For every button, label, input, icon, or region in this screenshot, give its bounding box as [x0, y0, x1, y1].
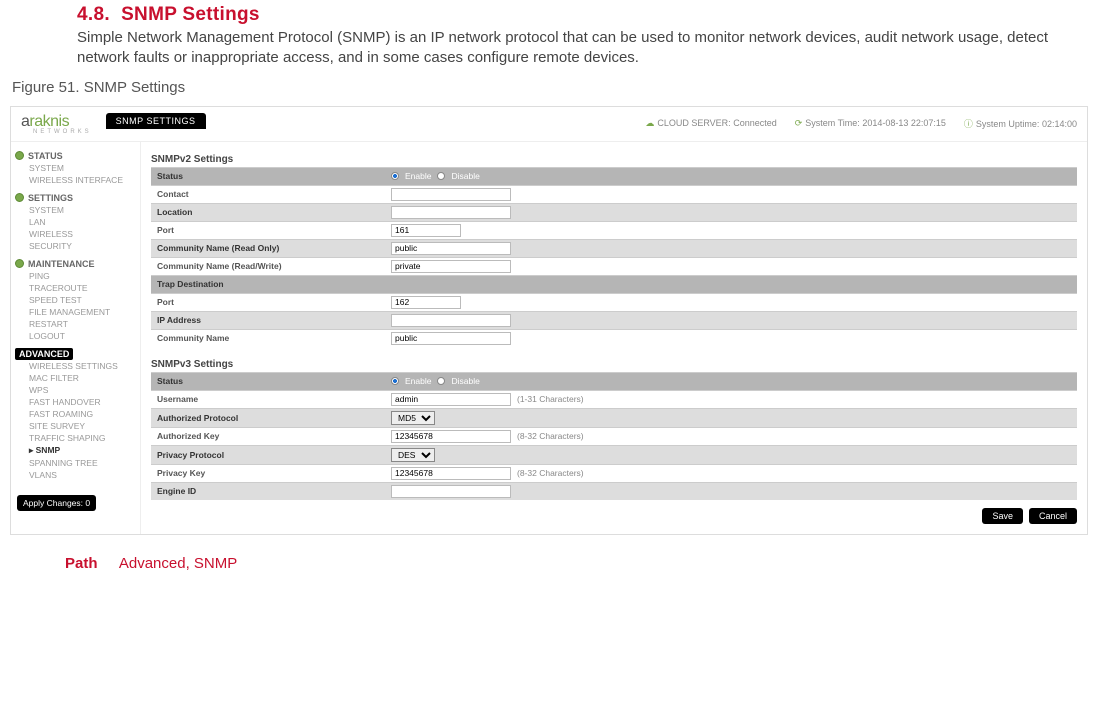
v3-privk-label: Privacy Key [151, 466, 391, 480]
v3-user-input[interactable] [391, 393, 511, 406]
v3-privk-hint: (8-32 Characters) [517, 468, 584, 478]
sidebar-item[interactable]: SECURITY [15, 240, 140, 252]
sidebar-head-status[interactable]: STATUS [15, 150, 140, 162]
apply-changes-button[interactable]: Apply Changes: 0 [17, 495, 96, 511]
screenshot-frame: aaraknisraknis NETWORKS SNMP SETTINGS CL… [10, 106, 1088, 535]
topbar: aaraknisraknis NETWORKS SNMP SETTINGS CL… [11, 107, 1087, 142]
v3-user-label: Username [151, 392, 391, 406]
v3-privp-select[interactable]: DES [391, 448, 435, 462]
v2-enable-radio[interactable] [391, 172, 399, 180]
v3-authp-select[interactable]: MD5 [391, 411, 435, 425]
v2-disable-radio[interactable] [437, 172, 445, 180]
v2-status-label: Status [151, 169, 391, 183]
v2-rw-input[interactable] [391, 260, 511, 273]
sidebar-item[interactable]: SPEED TEST [15, 294, 140, 306]
sidebar-item[interactable]: WIRELESS INTERFACE [15, 174, 140, 186]
save-button[interactable]: Save [982, 508, 1023, 524]
path-row: Path Advanced, SNMP [65, 555, 1098, 572]
sidebar-item[interactable]: SYSTEM [15, 162, 140, 174]
sidebar-head-settings[interactable]: SETTINGS [15, 192, 140, 204]
v2-comm-input[interactable] [391, 332, 511, 345]
section-body: Simple Network Management Protocol (SNMP… [77, 28, 1086, 69]
dot-icon [15, 259, 24, 268]
v2-port-input[interactable] [391, 224, 461, 237]
sidebar-item[interactable]: SITE SURVEY [15, 420, 140, 432]
v3-enable-radio[interactable] [391, 377, 399, 385]
sidebar-item[interactable]: FAST HANDOVER [15, 396, 140, 408]
sidebar-item[interactable]: FILE MANAGEMENT [15, 306, 140, 318]
sidebar-item[interactable]: WPS [15, 384, 140, 396]
sidebar: STATUS SYSTEM WIRELESS INTERFACE SETTING… [11, 142, 141, 534]
v3-user-hint: (1-31 Characters) [517, 394, 584, 404]
sidebar-item[interactable]: LOGOUT [15, 330, 140, 342]
figure-caption: Figure 51. SNMP Settings [12, 79, 1086, 96]
v2-ro-input[interactable] [391, 242, 511, 255]
v2-trap-port-input[interactable] [391, 296, 461, 309]
system-uptime: System Uptime: 02:14:00 [964, 117, 1077, 130]
snmpv3-title: SNMPv3 Settings [151, 359, 1077, 370]
snmpv2-title: SNMPv2 Settings [151, 154, 1077, 165]
sidebar-item[interactable]: MAC FILTER [15, 372, 140, 384]
sidebar-item[interactable]: TRAFFIC SHAPING [15, 432, 140, 444]
sidebar-item[interactable]: FAST ROAMING [15, 408, 140, 420]
dot-icon [15, 151, 24, 160]
main-panel: SNMPv2 Settings Status Enable Disable Co… [141, 142, 1087, 534]
sidebar-item[interactable]: PING [15, 270, 140, 282]
sidebar-item[interactable]: LAN [15, 216, 140, 228]
v2-comm-label: Community Name [151, 331, 391, 345]
section-heading: 4.8. SNMP Settings [77, 4, 1086, 26]
sidebar-item[interactable]: VLANS [15, 469, 140, 481]
sidebar-item[interactable]: WIRELESS [15, 228, 140, 240]
v2-contact-label: Contact [151, 187, 391, 201]
top-right-status: CLOUD SERVER: Connected System Time: 201… [645, 117, 1077, 130]
path-label: Path [65, 555, 98, 572]
sidebar-item-snmp[interactable]: SNMP [15, 444, 140, 457]
v3-authk-hint: (8-32 Characters) [517, 431, 584, 441]
v3-authk-input[interactable] [391, 430, 511, 443]
v2-ip-label: IP Address [151, 313, 391, 327]
v2-port-label: Port [151, 223, 391, 237]
v3-authp-label: Authorized Protocol [151, 411, 391, 425]
v3-authk-label: Authorized Key [151, 429, 391, 443]
v3-engine-label: Engine ID [151, 484, 391, 498]
panel-tab-wrap: SNMP SETTINGS [92, 113, 646, 135]
sidebar-item[interactable]: SPANNING TREE [15, 457, 140, 469]
dot-icon [15, 193, 24, 202]
section-title: SNMP Settings [121, 4, 260, 25]
sidebar-item[interactable]: WIRELESS SETTINGS [15, 360, 140, 372]
v3-privp-label: Privacy Protocol [151, 448, 391, 462]
v3-engine-input[interactable] [391, 485, 511, 498]
sidebar-item[interactable]: RESTART [15, 318, 140, 330]
logo-block: aaraknisraknis NETWORKS [21, 113, 92, 135]
v2-trap-label: Trap Destination [151, 277, 391, 291]
section-number: 4.8. [77, 4, 110, 25]
sidebar-item[interactable]: TRACEROUTE [15, 282, 140, 294]
v2-location-input[interactable] [391, 206, 511, 219]
cloud-server-status: CLOUD SERVER: Connected [645, 118, 776, 129]
v3-disable-radio[interactable] [437, 377, 445, 385]
v2-ro-label: Community Name (Read Only) [151, 241, 391, 255]
v3-status-label: Status [151, 374, 391, 388]
cancel-button[interactable]: Cancel [1029, 508, 1077, 524]
sidebar-head-maintenance[interactable]: MAINTENANCE [15, 258, 140, 270]
path-value: Advanced, SNMP [119, 555, 237, 572]
system-time: System Time: 2014-08-13 22:07:15 [795, 118, 946, 129]
v2-location-label: Location [151, 205, 391, 219]
sidebar-item[interactable]: SYSTEM [15, 204, 140, 216]
v3-privk-input[interactable] [391, 467, 511, 480]
v2-ip-input[interactable] [391, 314, 511, 327]
sidebar-head-advanced[interactable]: ADVANCED [15, 348, 73, 360]
v2-trap-port-label: Port [151, 295, 391, 309]
panel-tab: SNMP SETTINGS [106, 113, 206, 129]
v2-contact-input[interactable] [391, 188, 511, 201]
v2-rw-label: Community Name (Read/Write) [151, 259, 391, 273]
